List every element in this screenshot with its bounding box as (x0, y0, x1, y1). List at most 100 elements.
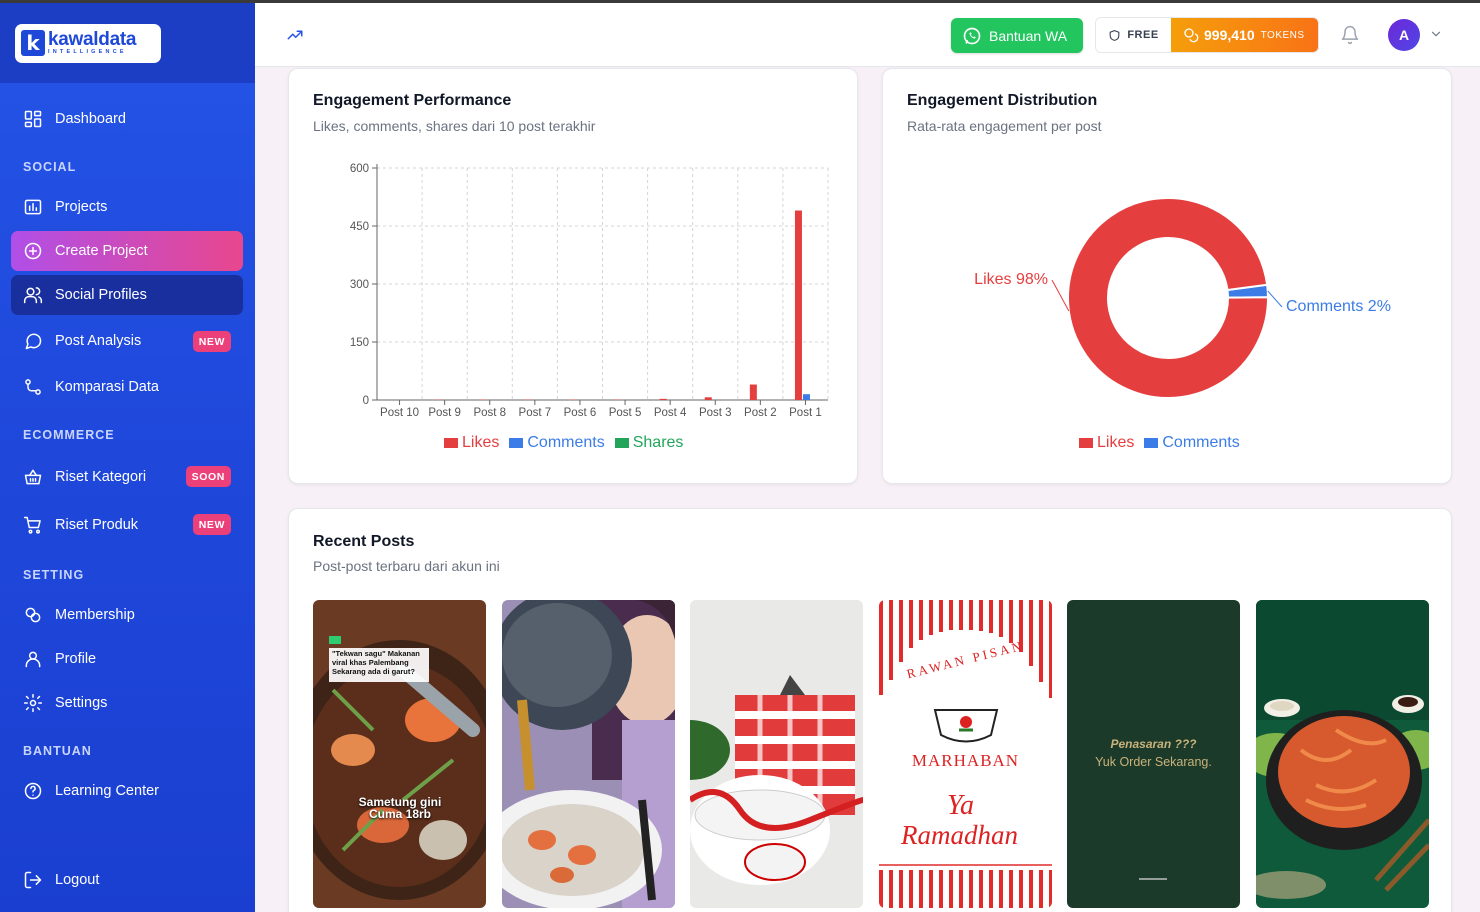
post-image (1256, 600, 1429, 908)
x-tick-label: Post 9 (428, 407, 461, 419)
x-tick-label: Post 4 (654, 407, 687, 419)
dashboard-icon (23, 109, 43, 129)
bar-comments (802, 394, 810, 400)
y-tick-label: 0 (363, 395, 369, 407)
engagement-bar-chart: 0 150 300 450 600 Post 10 Post 9 Post 8 Post 7 Po… (350, 163, 829, 419)
brand-logo[interactable]: k kawaldata INTELLIGENCE (15, 23, 161, 63)
sidebar-item-label: Social Profiles (55, 287, 147, 303)
sidebar-item-label: Projects (55, 199, 108, 215)
sidebar-item-label: Settings (55, 695, 108, 711)
soon-badge: SOON (185, 466, 231, 487)
x-tick-label: Post 3 (699, 407, 732, 419)
token-balance: 999,410 TOKENS (1171, 18, 1318, 52)
new-badge: NEW (192, 514, 231, 535)
post-image (502, 600, 675, 908)
post-thumbnail[interactable]: Penasaran ??? Yuk Order Sekarang. (1067, 600, 1240, 908)
section-ecommerce: ECOMMERCE (23, 428, 115, 442)
bar-likes (704, 397, 712, 400)
gear-icon (23, 693, 43, 713)
sidebar-item-riset-produk[interactable]: Riset Produk NEW (11, 505, 243, 545)
x-tick-label: Post 6 (564, 407, 597, 419)
slice-leader-line (1051, 279, 1070, 312)
avatar[interactable]: A (1388, 19, 1420, 51)
bell-icon[interactable] (1340, 25, 1360, 45)
brand-name: kawaldata (48, 29, 137, 51)
legend-likes[interactable]: Likes (1079, 434, 1134, 452)
help-circle-icon (23, 781, 43, 801)
sidebar: k kawaldata INTELLIGENCE Dashboard SOCIA… (0, 3, 255, 912)
sidebar-item-membership[interactable]: Membership (11, 595, 243, 635)
sidebar-item-label: Post Analysis (55, 333, 142, 349)
engagement-donut-chart: Comments 2% Likes 98% (974, 197, 1391, 399)
coins-icon (1184, 28, 1199, 43)
post-overlay-text: Penasaran ??? (1110, 737, 1197, 751)
token-count: 999,410 (1204, 27, 1255, 43)
recent-posts-card: Recent Posts Post-post terbaru dari akun… (288, 508, 1452, 912)
slice-leader-line (1267, 290, 1283, 308)
post-thumbnail[interactable] (1256, 600, 1429, 908)
window-top-strip (0, 0, 1480, 3)
post-thumbnail[interactable] (502, 600, 675, 908)
post-overlay-text: Ya (947, 790, 975, 821)
x-tick-label: Post 2 (744, 407, 777, 419)
whatsapp-help-button[interactable]: Bantuan WA (951, 18, 1083, 53)
sidebar-item-label: Membership (55, 607, 135, 623)
slice-label: Comments 2% (1286, 298, 1391, 315)
sidebar-item-logout[interactable]: Logout (11, 860, 243, 900)
badge-percent-icon (23, 605, 43, 625)
y-tick-label: 600 (350, 163, 369, 175)
post-overlay-text: MARHABAN (911, 751, 1020, 770)
plan-badge: FREE (1096, 18, 1171, 52)
user-icon (23, 649, 43, 669)
sidebar-item-label: Riset Kategori (55, 469, 147, 485)
users-icon (23, 285, 43, 305)
new-badge: NEW (192, 331, 231, 352)
post-image (313, 600, 486, 908)
chevron-down-icon[interactable] (1429, 27, 1443, 41)
sidebar-item-social-profiles[interactable]: Social Profiles (11, 275, 243, 315)
sidebar-item-profile[interactable]: Profile (11, 639, 243, 679)
legend-shares[interactable]: Shares (614, 434, 683, 452)
y-tick-label: 150 (350, 337, 369, 349)
sidebar-item-label: Riset Produk (55, 517, 139, 533)
section-social: SOCIAL (23, 160, 77, 174)
sidebar-item-riset-kategori[interactable]: Riset Kategori SOON (11, 457, 243, 497)
engagement-performance-card: Engagement Performance Likes, comments, … (288, 68, 858, 484)
post-overlay-text: Ramadhan (901, 820, 1018, 850)
top-header: Bantuan WA FREE 999,410 TOKENS A (255, 3, 1480, 67)
bar-likes (659, 398, 667, 400)
post-thumbnail[interactable]: "Tekwan sagu" Makanan viral khas Palemba… (313, 600, 486, 908)
x-tick-label: Post 7 (519, 407, 552, 419)
sidebar-item-learning-center[interactable]: Learning Center (11, 771, 243, 811)
sidebar-item-komparasi-data[interactable]: Komparasi Data (11, 367, 243, 407)
plan-token-box[interactable]: FREE 999,410 TOKENS (1095, 17, 1319, 53)
engagement-distribution-card: Engagement Distribution Rata-rata engage… (882, 68, 1452, 484)
legend-likes[interactable]: Likes (444, 434, 499, 452)
x-tick-label: Post 1 (789, 407, 822, 419)
projects-icon (23, 197, 43, 217)
route-compare-icon (23, 377, 43, 397)
sidebar-item-label: Create Project (55, 243, 148, 259)
whatsapp-icon (963, 27, 981, 44)
logo-area: k kawaldata INTELLIGENCE (0, 3, 255, 83)
sidebar-item-dashboard[interactable]: Dashboard (11, 99, 243, 139)
trending-up-icon[interactable] (286, 26, 304, 44)
logo-mark: k (21, 30, 45, 56)
whatsapp-help-label: Bantuan WA (989, 27, 1068, 44)
sidebar-item-settings[interactable]: Settings (11, 683, 243, 723)
legend-comments[interactable]: Comments (1144, 434, 1240, 452)
slice-label: Likes 98% (974, 271, 1048, 288)
basket-icon (23, 467, 43, 487)
sidebar-item-post-analysis[interactable]: Post Analysis NEW (11, 321, 243, 361)
sidebar-item-create-project[interactable]: Create Project (11, 231, 243, 271)
bar-chart-legend: Likes Comments Shares (444, 434, 693, 452)
x-tick-label: Post 5 (609, 407, 642, 419)
legend-comments[interactable]: Comments (509, 434, 605, 452)
plan-label: FREE (1127, 29, 1159, 41)
post-thumbnail[interactable] (690, 600, 863, 908)
sidebar-item-projects[interactable]: Projects (11, 187, 243, 227)
sidebar-item-label: Komparasi Data (55, 379, 159, 395)
post-thumbnail[interactable]: RAWAN PISAN MARHABAN Ya Ramadhan (879, 600, 1052, 908)
post-image (690, 600, 863, 908)
section-bantuan: BANTUAN (23, 744, 92, 758)
